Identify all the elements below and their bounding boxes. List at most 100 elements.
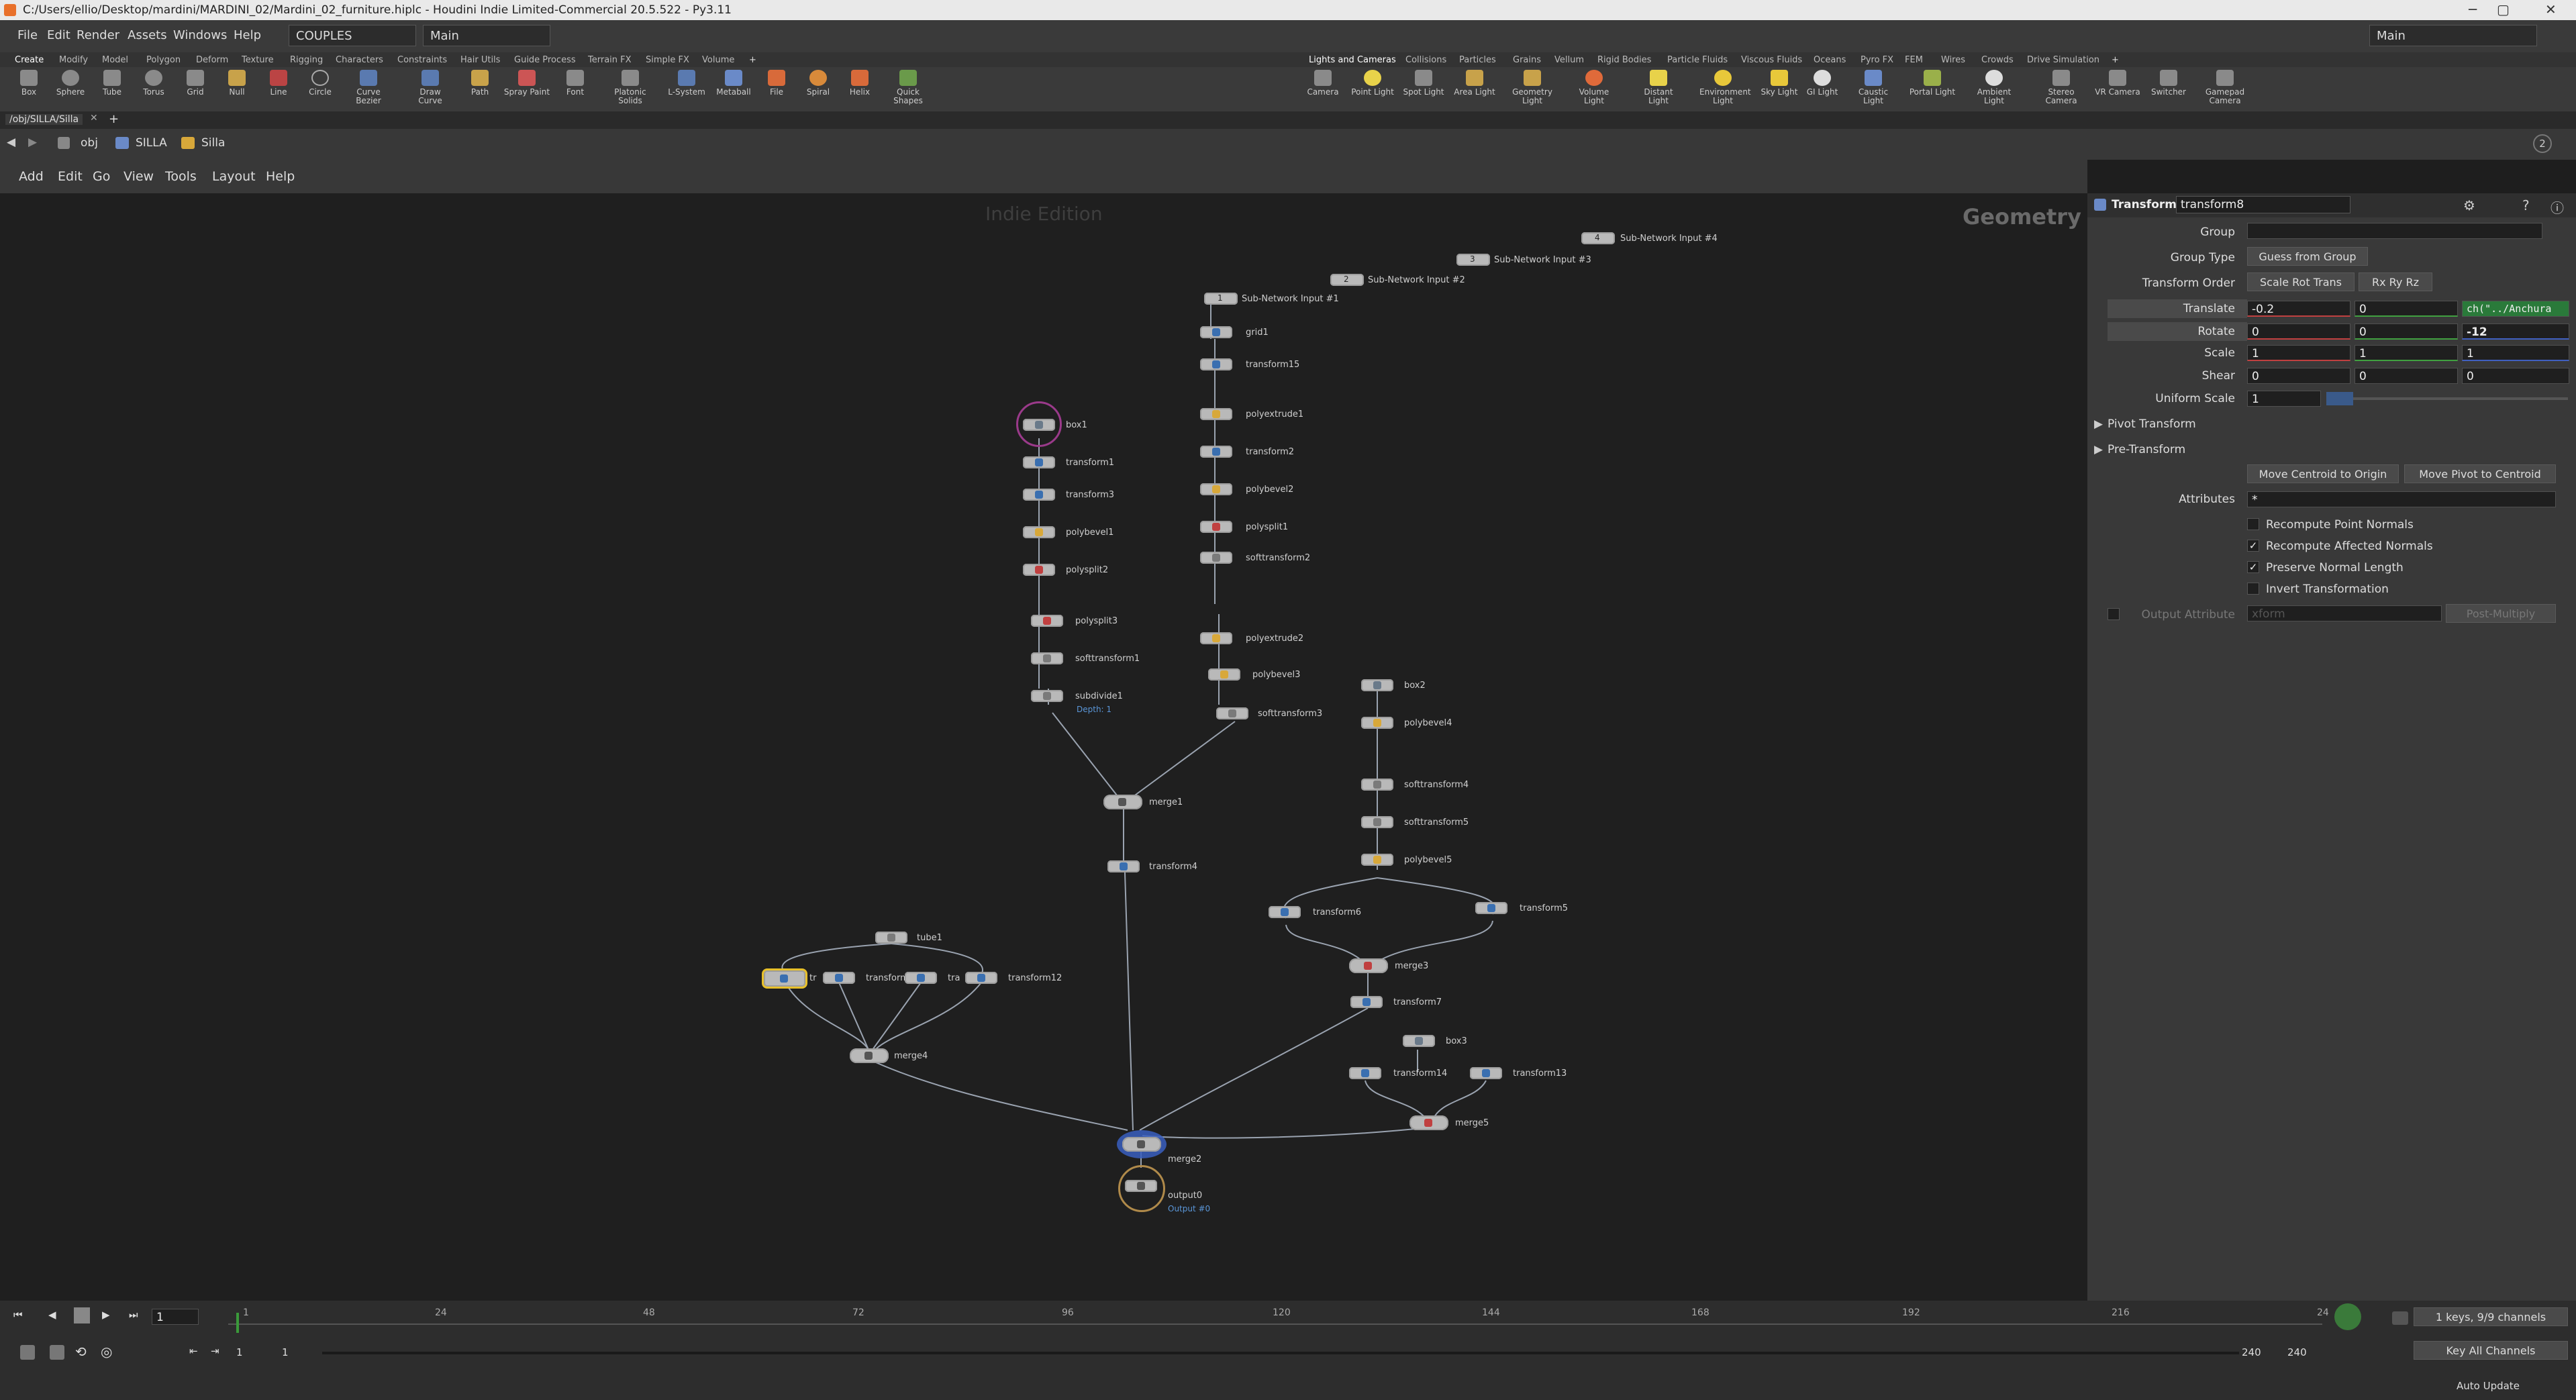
tool-sky-light[interactable]: Sky Light [1756,70,1803,97]
menu-render[interactable]: Render [77,28,119,42]
shelf-tab[interactable]: Create [15,55,44,65]
node-grid1[interactable] [1200,326,1232,338]
node-polyextrude1[interactable] [1200,408,1232,420]
shear-x-field[interactable]: 0 [2247,368,2350,384]
help-circle-icon[interactable]: ? [2522,197,2530,213]
tool-volume-light[interactable]: Volume Light [1571,70,1618,105]
gear-icon[interactable]: ⚙ [2463,197,2475,213]
shelf-tab[interactable]: Constraints [397,55,447,65]
shelf-tab[interactable]: Grains [1513,55,1541,65]
main-selector[interactable]: Main [423,25,550,46]
right-main-selector[interactable]: Main [2369,25,2537,46]
node-polysplit3[interactable] [1031,615,1063,627]
node-transform2[interactable] [1200,446,1232,458]
realtime-icon[interactable] [20,1345,35,1360]
node-transform-b[interactable] [823,972,855,984]
range-end[interactable]: 240 [2242,1346,2261,1358]
group-field[interactable] [2247,223,2542,239]
shelf-tab[interactable]: Collisions [1405,55,1446,65]
minimize-button[interactable]: ─ [2469,1,2477,17]
shear-z-field[interactable]: 0 [2462,368,2569,384]
recompute-point-normals-checkbox[interactable] [2247,518,2259,530]
play-icon[interactable]: ▶ [102,1309,110,1321]
node-transform1[interactable] [1023,456,1055,468]
prev-key-icon[interactable]: ⇤ [189,1345,198,1357]
shelf-tab[interactable]: FEM [1905,55,1923,65]
shelf-tab[interactable]: Terrain FX [588,55,632,65]
transform-order-select[interactable]: Scale Rot Trans [2247,272,2355,291]
node-box3[interactable] [1403,1035,1435,1047]
node-merge3[interactable] [1349,958,1388,973]
node-transform13[interactable] [1470,1067,1502,1079]
shelf-tab[interactable]: Modify [59,55,88,65]
tool-switcher[interactable]: Switcher [2145,70,2192,97]
jump-start-icon[interactable]: ⏮ [13,1309,23,1321]
channel-icon[interactable] [2392,1311,2408,1325]
node-transform3[interactable] [1023,489,1055,501]
move-centroid-button[interactable]: Move Centroid to Origin [2247,464,2399,483]
menu-file[interactable]: File [17,28,38,42]
node-name-field[interactable]: transform8 [2176,196,2350,213]
attributes-field[interactable]: * [2247,491,2556,507]
tool-grid[interactable]: Grid [172,70,219,97]
node-transform12[interactable] [965,972,997,984]
recompute-affected-normals-checkbox[interactable]: ✓ [2247,540,2259,552]
node-subnet-input-2[interactable]: 2 [1330,274,1364,286]
node-subnet-input-1[interactable]: 1 [1204,293,1238,305]
uniform-scale-slider[interactable] [2326,392,2568,405]
tool-geometry-light[interactable]: Geometry Light [1509,70,1556,105]
path-obj[interactable]: obj [81,136,98,150]
shelf-tab[interactable]: Deform [196,55,228,65]
pivot-transform-folder[interactable]: Pivot Transform [2108,417,2196,431]
rotate-x-field[interactable]: 0 [2247,323,2350,340]
shelf-tab[interactable]: Volume [702,55,734,65]
maximize-button[interactable]: ▢ [2497,1,2510,17]
help-icon[interactable]: 2 [2533,134,2552,153]
expand-arrow-icon[interactable]: ▶ [2094,417,2103,431]
tool-distant-light[interactable]: Distant Light [1635,70,1682,105]
shelf-tab[interactable]: Simple FX [646,55,689,65]
menu-edit[interactable]: Edit [47,28,70,42]
node-merge4[interactable] [850,1048,889,1063]
node-polybevel5[interactable] [1361,854,1393,866]
shelf-tab[interactable]: Rigging [290,55,323,65]
step-back-icon[interactable]: ◀ [48,1309,56,1321]
forward-arrow-icon[interactable]: ▶ [28,136,37,149]
node-polybevel4[interactable] [1361,717,1393,729]
tool-font[interactable]: Font [552,70,599,97]
tool-file[interactable]: File [753,70,800,97]
node-output0[interactable] [1125,1180,1157,1192]
tool-torus[interactable]: Torus [130,70,177,97]
node-softtransform4[interactable] [1361,779,1393,791]
group-type-select[interactable]: Guess from Group [2247,247,2368,266]
add-tab-icon[interactable]: + [109,112,119,126]
tool-box[interactable]: Box [5,70,52,97]
shelf-tab[interactable]: Drive Simulation [2027,55,2099,65]
tool-spot-light[interactable]: Spot Light [1400,70,1447,97]
scale-y-field[interactable]: 1 [2355,345,2458,361]
shelf-tab[interactable]: Particles [1459,55,1496,65]
tool-platonic-solids[interactable]: Platonic Solids [607,70,654,105]
tool-point-light[interactable]: Point Light [1349,70,1396,97]
tool-quick-shapes[interactable]: Quick Shapes [885,70,932,105]
node-subdivide1[interactable] [1031,690,1063,702]
tool-portal-light[interactable]: Portal Light [1909,70,1956,97]
auto-update-select[interactable]: Auto Update [2457,1380,2520,1392]
tool-curve-bezier[interactable]: Curve Bezier [345,70,392,105]
scale-z-field[interactable]: 1 [2462,345,2569,361]
tool-environment-light[interactable]: Environment Light [1699,70,1751,105]
tool-draw-curve[interactable]: Draw Curve [407,70,454,105]
node-transform-selected[interactable] [764,970,805,987]
node-transform5[interactable] [1475,902,1507,914]
translate-z-expression[interactable]: ch("../Anchura [2462,301,2569,317]
node-softtransform1[interactable] [1031,652,1063,664]
tool-gamepad-camera[interactable]: Gamepad Camera [2201,70,2248,105]
invert-transformation-checkbox[interactable] [2247,583,2259,595]
tool-spray-paint[interactable]: Spray Paint [503,70,550,97]
shelf-tab[interactable]: Texture [242,55,274,65]
tool-tube[interactable]: Tube [89,70,136,97]
info-icon[interactable]: ⓘ [2550,197,2564,217]
range-start[interactable]: 1 [236,1346,243,1358]
expand-arrow-icon[interactable]: ▶ [2094,443,2103,456]
node-softtransform2[interactable] [1200,552,1232,564]
